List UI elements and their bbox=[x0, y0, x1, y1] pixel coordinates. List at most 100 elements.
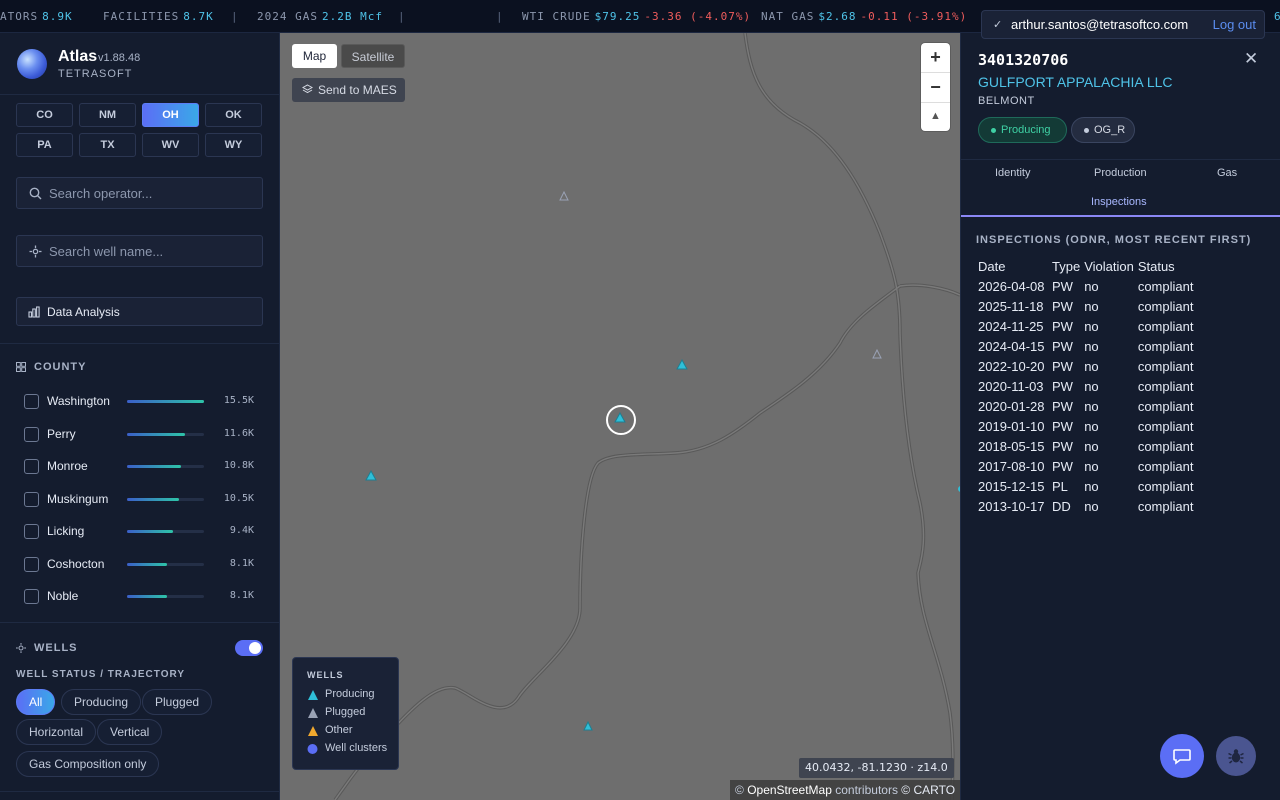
table-cell: DD bbox=[1052, 498, 1071, 514]
state-button-pa[interactable]: PA bbox=[16, 133, 73, 157]
compass-icon[interactable]: ▲ bbox=[921, 102, 950, 131]
county-bar bbox=[127, 563, 204, 566]
send-to-maes-button[interactable]: Send to MAES bbox=[292, 78, 405, 102]
map-tab[interactable]: Map bbox=[292, 44, 337, 68]
table-cell: compliant bbox=[1137, 418, 1194, 434]
county-checkbox[interactable] bbox=[24, 557, 39, 572]
state-button-oh[interactable]: OH bbox=[142, 103, 199, 127]
filter-chip-plugged[interactable]: Plugged bbox=[142, 689, 213, 715]
county-row[interactable]: Monroe 10.8K bbox=[0, 450, 279, 482]
county-bar bbox=[127, 465, 204, 468]
table-cell: compliant bbox=[1137, 338, 1194, 354]
bug-report-button[interactable] bbox=[1216, 736, 1256, 776]
table-cell: 2018-05-15 bbox=[978, 438, 1045, 454]
plugged-well-marker bbox=[872, 348, 882, 359]
table-cell: no bbox=[1084, 398, 1099, 414]
county-checkbox[interactable] bbox=[24, 589, 39, 604]
table-cell: 2020-11-03 bbox=[978, 378, 1044, 394]
table-cell: no bbox=[1084, 318, 1099, 334]
wells-layer-toggle[interactable] bbox=[235, 640, 263, 656]
tab-identity[interactable]: Identity bbox=[995, 167, 1030, 179]
app-version: v1.88.48 bbox=[98, 52, 141, 64]
filter-chip-horizontal[interactable]: Horizontal bbox=[16, 719, 97, 745]
data-analysis-label: Data Analysis bbox=[47, 305, 120, 319]
zoom-out-button[interactable]: − bbox=[921, 73, 950, 102]
plugged-well-marker bbox=[559, 190, 569, 201]
inspections-title: INSPECTIONS (ODNR, MOST RECENT FIRST) bbox=[976, 234, 1252, 246]
operator-link[interactable]: GULFPORT APPALACHIA LLC bbox=[978, 74, 1173, 90]
state-button-wy[interactable]: WY bbox=[205, 133, 262, 157]
state-button-nm[interactable]: NM bbox=[79, 103, 136, 127]
divider bbox=[0, 791, 279, 792]
well-name-search-input[interactable] bbox=[49, 236, 254, 266]
table-cell: 2025-11-18 bbox=[978, 298, 1044, 314]
county-row[interactable]: Noble 8.1K bbox=[0, 580, 279, 612]
state-button-wv[interactable]: WV bbox=[142, 133, 199, 157]
table-cell: no bbox=[1084, 298, 1099, 314]
table-row: 2020-01-28 PW no compliant bbox=[976, 396, 1216, 416]
table-cell: no bbox=[1084, 438, 1099, 454]
company-name: TETRASOFT bbox=[58, 68, 133, 80]
logout-link[interactable]: Log out bbox=[1213, 17, 1256, 32]
map-canvas[interactable]: Map Satellite Send to MAES + − ▲ WELLS P… bbox=[280, 33, 960, 800]
table-cell: PL bbox=[1052, 478, 1068, 494]
ticker-separator: | bbox=[496, 10, 504, 23]
status-badge: Producing bbox=[978, 117, 1067, 143]
state-button-co[interactable]: CO bbox=[16, 103, 73, 127]
table-cell: compliant bbox=[1137, 498, 1194, 514]
county-row[interactable]: Coshocton 8.1K bbox=[0, 548, 279, 580]
county-row[interactable]: Licking 9.4K bbox=[0, 515, 279, 547]
bug-icon bbox=[1228, 749, 1244, 764]
target-icon bbox=[29, 245, 42, 258]
table-cell: PW bbox=[1052, 278, 1073, 294]
table-row: 2024-04-15 PW no compliant bbox=[976, 336, 1216, 356]
state-button-tx[interactable]: TX bbox=[79, 133, 136, 157]
tab-production[interactable]: Production bbox=[1094, 167, 1147, 179]
table-row: 2024-11-25 PW no compliant bbox=[976, 316, 1216, 336]
state-selector: CO NM OH OK PA TX WV WY bbox=[16, 103, 263, 157]
county-row[interactable]: Muskingum 10.5K bbox=[0, 483, 279, 515]
ticker-item: NAT GAS $2.68 -0.11 (-3.91%) bbox=[761, 10, 968, 23]
table-row: 2018-05-15 PW no compliant bbox=[976, 436, 1216, 456]
filter-chip-producing[interactable]: Producing bbox=[61, 689, 142, 715]
filter-chip-vertical[interactable]: Vertical bbox=[97, 719, 163, 745]
satellite-tab[interactable]: Satellite bbox=[341, 44, 405, 68]
triangle-icon bbox=[308, 726, 318, 736]
state-button-ok[interactable]: OK bbox=[205, 103, 262, 127]
table-cell: PW bbox=[1052, 438, 1073, 454]
close-icon[interactable]: ✕ bbox=[1244, 49, 1258, 69]
county-checkbox[interactable] bbox=[24, 459, 39, 474]
chat-button[interactable] bbox=[1160, 734, 1204, 778]
county-bar bbox=[127, 595, 204, 598]
filter-chip-all[interactable]: All bbox=[16, 689, 56, 715]
table-cell: PW bbox=[1052, 398, 1073, 414]
county-checkbox[interactable] bbox=[24, 492, 39, 507]
tab-gas[interactable]: Gas bbox=[1217, 167, 1237, 179]
globe-logo-icon bbox=[17, 49, 47, 79]
county-bar bbox=[127, 433, 204, 436]
zoom-in-button[interactable]: + bbox=[921, 43, 950, 72]
county-row[interactable]: Washington 15.5K bbox=[0, 385, 279, 417]
table-cell: compliant bbox=[1137, 438, 1194, 454]
county-checkbox[interactable] bbox=[24, 394, 39, 409]
tab-inspections[interactable]: Inspections bbox=[1091, 196, 1147, 208]
county-checkbox[interactable] bbox=[24, 524, 39, 539]
inspections-table: Date Type Violation Status 2026-04-08 PW n… bbox=[976, 256, 1216, 516]
producing-well-marker bbox=[676, 358, 688, 370]
table-cell: compliant bbox=[1137, 378, 1194, 394]
check-icon: ✓ bbox=[993, 19, 1003, 31]
county-checkbox[interactable] bbox=[24, 427, 39, 442]
ticker-separator: | bbox=[398, 10, 406, 23]
user-session-pill: ✓ arthur.santos@tetrasoftco.com Log out bbox=[981, 10, 1265, 39]
operator-search-input[interactable] bbox=[49, 178, 254, 208]
filter-chip-gas-composition[interactable]: Gas Composition only bbox=[16, 751, 160, 777]
data-analysis-button[interactable]: Data Analysis bbox=[16, 297, 263, 326]
circle-icon bbox=[307, 744, 318, 754]
county-row[interactable]: Perry 11.6K bbox=[0, 418, 279, 450]
openstreetmap-link[interactable]: OpenStreetMap bbox=[747, 783, 832, 797]
table-cell: no bbox=[1084, 358, 1099, 374]
table-cell: 2017-08-10 bbox=[978, 458, 1045, 474]
table-cell: 2013-10-17 bbox=[978, 498, 1045, 514]
ticker-item: WTI CRUDE $79.25 -3.36 (-4.07%) bbox=[522, 10, 752, 23]
ticker-item: 6 bbox=[1270, 10, 1280, 23]
